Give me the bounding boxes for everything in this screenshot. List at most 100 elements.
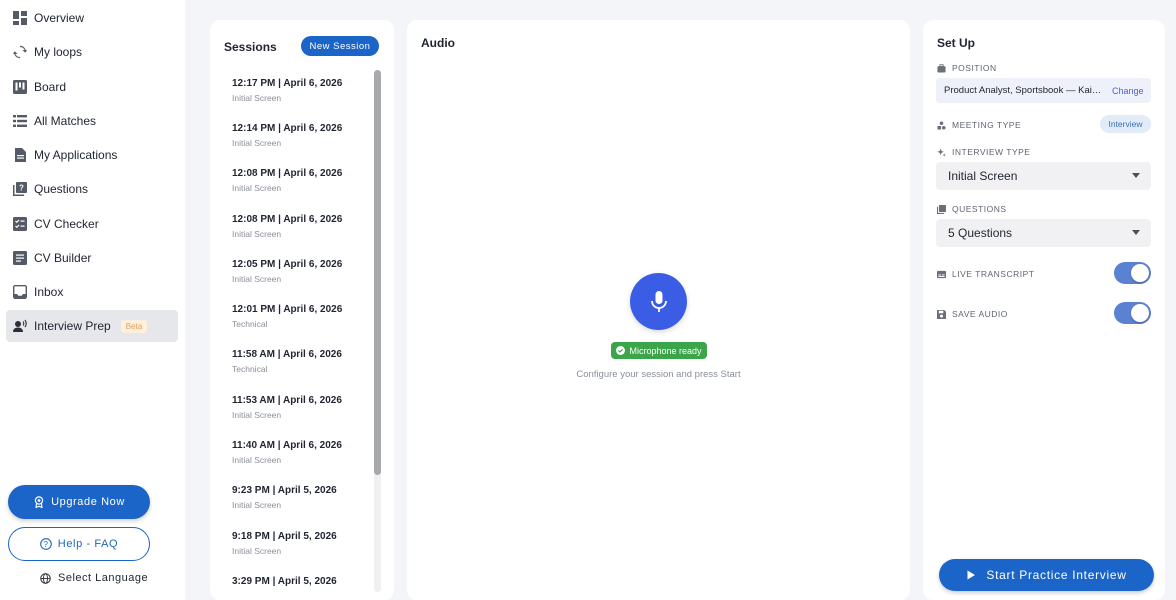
session-type: Initial Screen [232,138,282,148]
session-type: Initial Screen [232,455,282,465]
microphone-button[interactable] [630,273,687,330]
save-icon [937,309,946,319]
session-type: Initial Screen [232,229,282,239]
list-item[interactable]: 11:40 AM | April 6, 2026 Initial Screen [232,440,372,465]
start-practice-interview-button[interactable]: Start Practice Interview [939,559,1154,591]
session-type: Initial Screen [232,546,282,556]
list-item[interactable]: 12:08 PM | April 6, 2026 Initial Screen [232,214,372,239]
article-icon [13,251,27,265]
sidebar-item-cv-builder[interactable]: CV Builder [6,243,178,273]
interview-type-select[interactable]: Initial Screen [936,162,1151,190]
session-type: Technical [232,364,268,374]
sidebar-item-board[interactable]: Board [6,72,178,102]
change-position-link[interactable]: Change [1112,86,1144,96]
list-item[interactable]: 12:17 PM | April 6, 2026 Initial Screen [232,78,372,103]
toggle-knob [1131,264,1149,282]
meeting-type-pill[interactable]: Interview [1100,115,1151,133]
shapes-icon [937,120,946,130]
sidebar-item-label: Inbox [34,285,64,299]
interview-type-value: Initial Screen [948,169,1018,183]
session-time: 12:14 PM | April 6, 2026 [232,123,343,134]
sidebar-item-label: Overview [34,11,85,25]
session-type: Technical [232,319,268,329]
audio-panel: Audio Microphone ready Configure your se… [407,20,910,600]
subtitles-icon [937,270,946,278]
dashboard-icon [13,11,27,25]
play-icon [967,570,976,580]
sidebar-item-my-applications[interactable]: My Applications [6,140,178,170]
position-label: POSITION [937,63,997,73]
list-item[interactable]: 12:01 PM | April 6, 2026 Technical [232,304,372,329]
sidebar-item-label: My Applications [34,148,118,162]
session-type: Initial Screen [232,410,282,420]
session-type: Initial Screen [232,183,282,193]
list-item[interactable]: 11:53 AM | April 6, 2026 Initial Screen [232,395,372,420]
sidebar-item-interview-prep[interactable]: Interview Prep Beta [6,310,178,342]
upgrade-button[interactable]: Upgrade Now [8,485,150,519]
session-type: Initial Screen [232,500,282,510]
faq-button[interactable]: ? Help - FAQ [8,527,150,561]
session-time: 12:05 PM | April 6, 2026 [232,259,343,270]
list-item[interactable]: 11:58 AM | April 6, 2026 Technical [232,349,372,374]
sidebar-item-label: Questions [34,182,89,196]
list-icon [13,114,27,128]
sidebar-item-label: CV Builder [34,251,92,265]
list-item[interactable]: 12:14 PM | April 6, 2026 Initial Screen [232,123,372,148]
help-circle-icon: ? [39,538,52,550]
sidebar: Overview My loops Board All Matches My A… [0,0,185,600]
sessions-title: Sessions [224,40,277,54]
sidebar-item-cv-checker[interactable]: CV Checker [6,209,178,239]
setup-title: Set Up [937,36,976,50]
session-time: 11:40 AM | April 6, 2026 [232,440,342,451]
chevron-down-icon [1132,230,1140,235]
session-time: 12:17 PM | April 6, 2026 [232,78,343,89]
session-type: Initial Screen [232,274,282,284]
questions-label-text: QUESTIONS [952,204,1007,214]
session-time: 11:53 AM | April 6, 2026 [232,395,342,406]
position-value: Product Analyst, Sportsbook — Kaizen Gam… [944,85,1106,96]
checklist-icon [13,217,27,231]
question-box-icon: ? [13,182,27,196]
save-audio-toggle[interactable] [1114,302,1151,324]
inbox-icon [13,285,27,299]
sidebar-item-label: Board [34,80,67,94]
session-time: 9:18 PM | April 5, 2026 [232,531,337,542]
session-time: 12:08 PM | April 6, 2026 [232,214,343,225]
sidebar-item-all-matches[interactable]: All Matches [6,106,178,136]
list-item[interactable]: 9:18 PM | April 5, 2026 Initial Screen [232,531,372,556]
session-type: Initial Screen [232,93,282,103]
save-audio-label: SAVE AUDIO [937,309,1008,319]
sidebar-item-inbox[interactable]: Inbox [6,277,178,307]
scrollbar[interactable] [374,70,381,592]
language-selector[interactable]: Select Language [40,572,148,584]
new-session-button[interactable]: New Session [301,36,379,56]
live-transcript-label: LIVE TRANSCRIPT [937,269,1034,279]
chevron-down-icon [1132,173,1140,178]
live-transcript-toggle[interactable] [1114,262,1151,284]
sidebar-item-label: My loops [34,45,83,59]
list-item[interactable]: 3:29 PM | April 5, 2026 [232,576,372,591]
sidebar-item-overview[interactable]: Overview [6,3,178,33]
questions-value: 5 Questions [948,226,1013,240]
kanban-icon [13,80,27,94]
upgrade-label: Upgrade Now [51,496,125,508]
setup-panel: Set Up POSITION Product Analyst, Sportsb… [923,20,1165,600]
globe-icon [40,572,51,584]
svg-text:?: ? [43,540,48,549]
questions-select[interactable]: 5 Questions [936,219,1151,247]
toggle-knob [1131,304,1149,322]
list-item[interactable]: 12:08 PM | April 6, 2026 Initial Screen [232,168,372,193]
list-item[interactable]: 9:23 PM | April 5, 2026 Initial Screen [232,485,372,510]
audio-title: Audio [421,36,455,50]
refresh-icon [13,45,27,59]
position-label-text: POSITION [952,63,997,73]
sidebar-item-questions[interactable]: ? Questions [6,174,178,204]
list-item[interactable]: 12:05 PM | April 6, 2026 Initial Screen [232,259,372,284]
svg-text:?: ? [19,184,24,193]
sidebar-item-label: Interview Prep [34,319,111,333]
sidebar-item-my-loops[interactable]: My loops [6,37,178,67]
faq-label: Help - FAQ [57,538,119,550]
session-time: 11:58 AM | April 6, 2026 [232,349,342,360]
scrollbar-thumb[interactable] [374,70,381,475]
sidebar-item-label: CV Checker [34,217,99,231]
